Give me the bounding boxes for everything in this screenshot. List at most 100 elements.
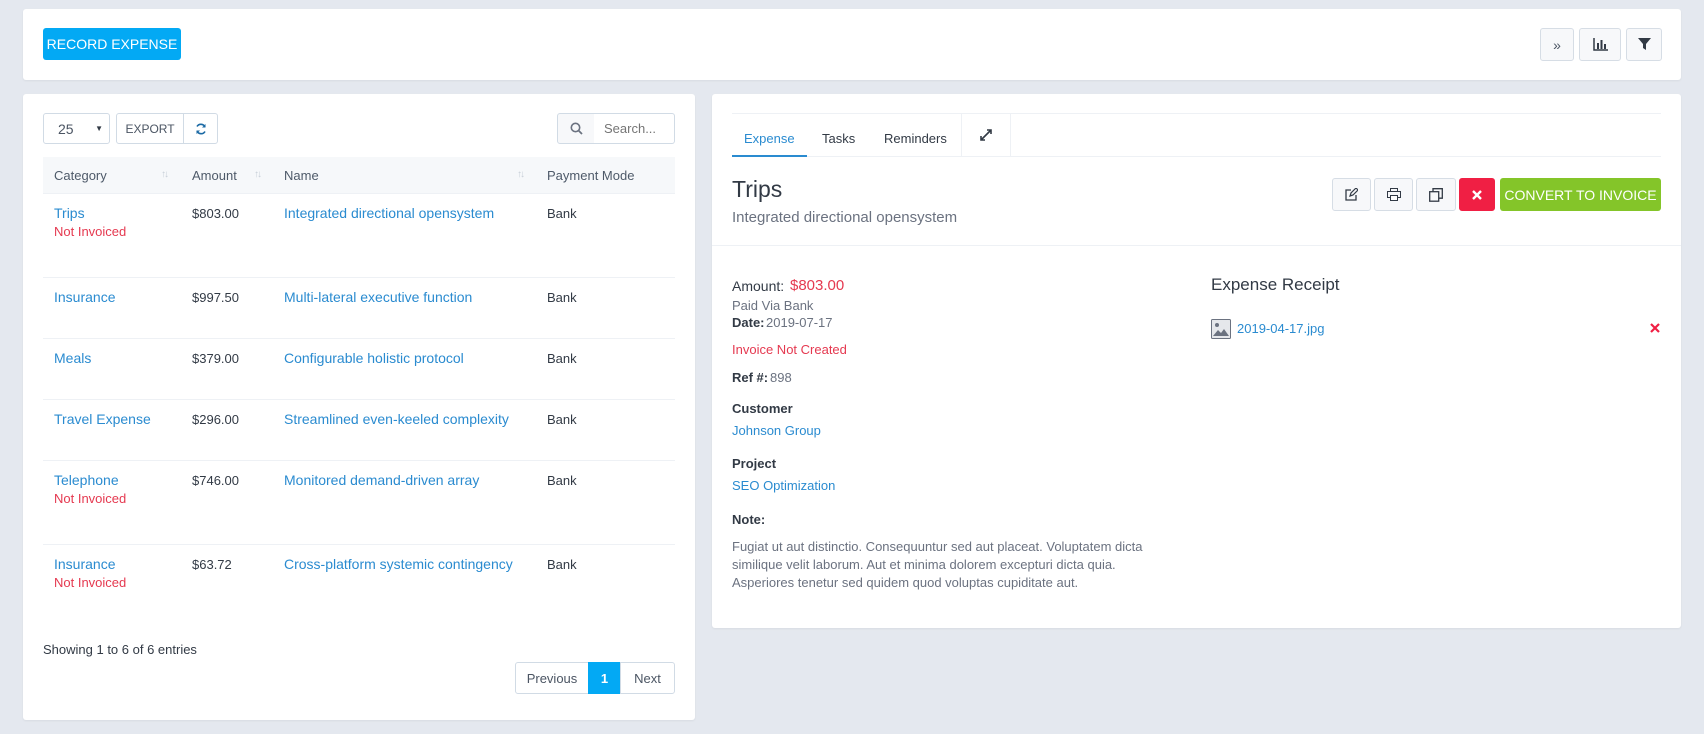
project-label: Project [732, 456, 777, 471]
export-button[interactable]: EXPORT [116, 113, 184, 144]
expense-name-link[interactable]: Multi-lateral executive function [284, 289, 472, 305]
expense-name-link[interactable]: Configurable holistic protocol [284, 350, 464, 366]
table-row[interactable]: Travel Expense $296.00 Streamlined even-… [43, 399, 675, 460]
table-row[interactable]: Meals $379.00 Configurable holistic prot… [43, 338, 675, 399]
table-info: Showing 1 to 6 of 6 entries [43, 642, 197, 657]
table-row[interactable]: Insurance Not Invoiced $63.72 Cross-plat… [43, 544, 675, 602]
toggle-panel-button[interactable]: » [1540, 28, 1574, 61]
refresh-icon [195, 123, 206, 134]
project-link[interactable]: SEO Optimization [732, 478, 835, 493]
amount-cell: $379.00 [192, 351, 239, 366]
category-link[interactable]: Trips [54, 205, 85, 221]
category-header-label: Category [54, 167, 107, 183]
category-link[interactable]: Insurance [54, 289, 115, 305]
active-tab-indicator [732, 155, 807, 157]
expenses-table-panel: 25 ▼ EXPORT Category ↑↓ Amount ↑↓ Name ↑… [23, 94, 695, 720]
note-line: similique velit laborum. Aut et minima d… [732, 557, 1116, 572]
sort-icon: ↑↓ [254, 169, 262, 180]
pagination-next[interactable]: Next [620, 662, 675, 694]
bar-chart-icon [1592, 38, 1608, 51]
paid-via: Paid Via Bank [732, 298, 814, 313]
expense-title: Trips [732, 176, 783, 202]
amount-cell: $997.50 [192, 290, 239, 305]
tabs-top-border [732, 113, 1661, 114]
customer-label: Customer [732, 401, 793, 416]
tab-expand[interactable] [961, 113, 1011, 157]
page-size-value: 25 [58, 120, 74, 137]
caret-down-icon: ▼ [95, 124, 103, 133]
close-icon [1472, 189, 1482, 200]
record-expense-button[interactable]: RECORD EXPENSE [43, 28, 181, 60]
page-size-select[interactable]: 25 ▼ [43, 113, 110, 144]
payment-mode-cell: Bank [547, 290, 577, 305]
receipt-file-link[interactable]: 2019-04-17.jpg [1237, 321, 1324, 336]
expense-detail-panel: Expense Tasks Reminders Trips Integrated… [712, 94, 1681, 628]
table-row[interactable]: Trips Not Invoiced $803.00 Integrated di… [43, 193, 675, 277]
copy-icon [1429, 187, 1443, 202]
payment-mode-cell: Bank [547, 351, 577, 366]
amount-label: Amount: [732, 278, 785, 294]
category-link[interactable]: Insurance [54, 556, 115, 572]
sort-icon: ↑↓ [161, 169, 169, 180]
expand-icon [979, 129, 992, 141]
convert-to-invoice-button[interactable]: CONVERT TO INVOICE [1500, 178, 1661, 211]
tabs-bottom-border [732, 156, 1661, 157]
search-input[interactable] [594, 113, 675, 144]
remove-receipt-button[interactable] [1650, 323, 1661, 334]
close-icon [1650, 323, 1660, 333]
column-header-category[interactable]: Category [54, 157, 107, 193]
edit-button[interactable] [1332, 178, 1371, 211]
filter-button[interactable] [1626, 28, 1662, 61]
expense-name-link[interactable]: Monitored demand-driven array [284, 472, 479, 488]
payment-mode-cell: Bank [547, 206, 577, 221]
amount-value: $803.00 [790, 277, 845, 294]
tab-tasks[interactable]: Tasks [822, 131, 855, 146]
payment-mode-cell: Bank [547, 473, 577, 488]
customer-link[interactable]: Johnson Group [732, 423, 821, 438]
expense-name-link[interactable]: Cross-platform systemic contingency [284, 556, 513, 572]
date-label: Date: [732, 315, 765, 330]
print-button[interactable] [1374, 178, 1413, 211]
category-link[interactable]: Telephone [54, 472, 119, 488]
tab-expense[interactable]: Expense [744, 131, 795, 146]
print-icon [1386, 188, 1401, 201]
pagination-previous[interactable]: Previous [515, 662, 589, 694]
invoice-status: Not Invoiced [54, 491, 127, 506]
copy-button[interactable] [1416, 178, 1456, 211]
amount-cell: $63.72 [192, 557, 232, 572]
amount-header-label: Amount [192, 167, 237, 183]
delete-button[interactable] [1459, 178, 1495, 211]
column-header-payment-mode[interactable]: Payment Mode [547, 157, 634, 193]
column-header-name[interactable]: Name [284, 157, 319, 193]
payment-mode-cell: Bank [547, 557, 577, 572]
ref-value: 898 [770, 370, 792, 385]
table-row[interactable]: Telephone Not Invoiced $746.00 Monitored… [43, 460, 675, 544]
column-header-amount[interactable]: Amount [192, 157, 237, 193]
date-value: 2019-07-17 [766, 315, 833, 330]
amount-cell: $746.00 [192, 473, 239, 488]
note-line: Fugiat ut aut distinctio. Consequuntur s… [732, 539, 1143, 554]
expense-name-link[interactable]: Streamlined even-keeled complexity [284, 411, 509, 427]
receipt-title: Expense Receipt [1211, 275, 1340, 294]
expense-subtitle: Integrated directional opensystem [732, 209, 958, 226]
search-icon [570, 122, 583, 135]
pagination-page-1[interactable]: 1 [588, 662, 621, 694]
invoice-status: Not Invoiced [54, 224, 127, 239]
ref-label: Ref #: [732, 370, 769, 385]
table-row[interactable]: Insurance $997.50 Multi-lateral executiv… [43, 277, 675, 338]
invoice-not-created: Invoice Not Created [732, 342, 847, 357]
expense-name-link[interactable]: Integrated directional opensystem [284, 205, 494, 221]
edit-icon [1345, 188, 1358, 201]
double-chevron-right-icon: » [1553, 36, 1561, 53]
reload-button[interactable] [183, 113, 218, 144]
amount-cell: $296.00 [192, 412, 239, 427]
amount-cell: $803.00 [192, 206, 239, 221]
note-label: Note: [732, 512, 766, 527]
tab-reminders[interactable]: Reminders [884, 131, 947, 146]
category-link[interactable]: Travel Expense [54, 411, 151, 427]
category-link[interactable]: Meals [54, 350, 91, 366]
top-toolbar-panel: RECORD EXPENSE » [23, 9, 1681, 80]
payment-mode-cell: Bank [547, 412, 577, 427]
stats-button[interactable] [1579, 28, 1621, 61]
filter-icon [1637, 38, 1651, 50]
